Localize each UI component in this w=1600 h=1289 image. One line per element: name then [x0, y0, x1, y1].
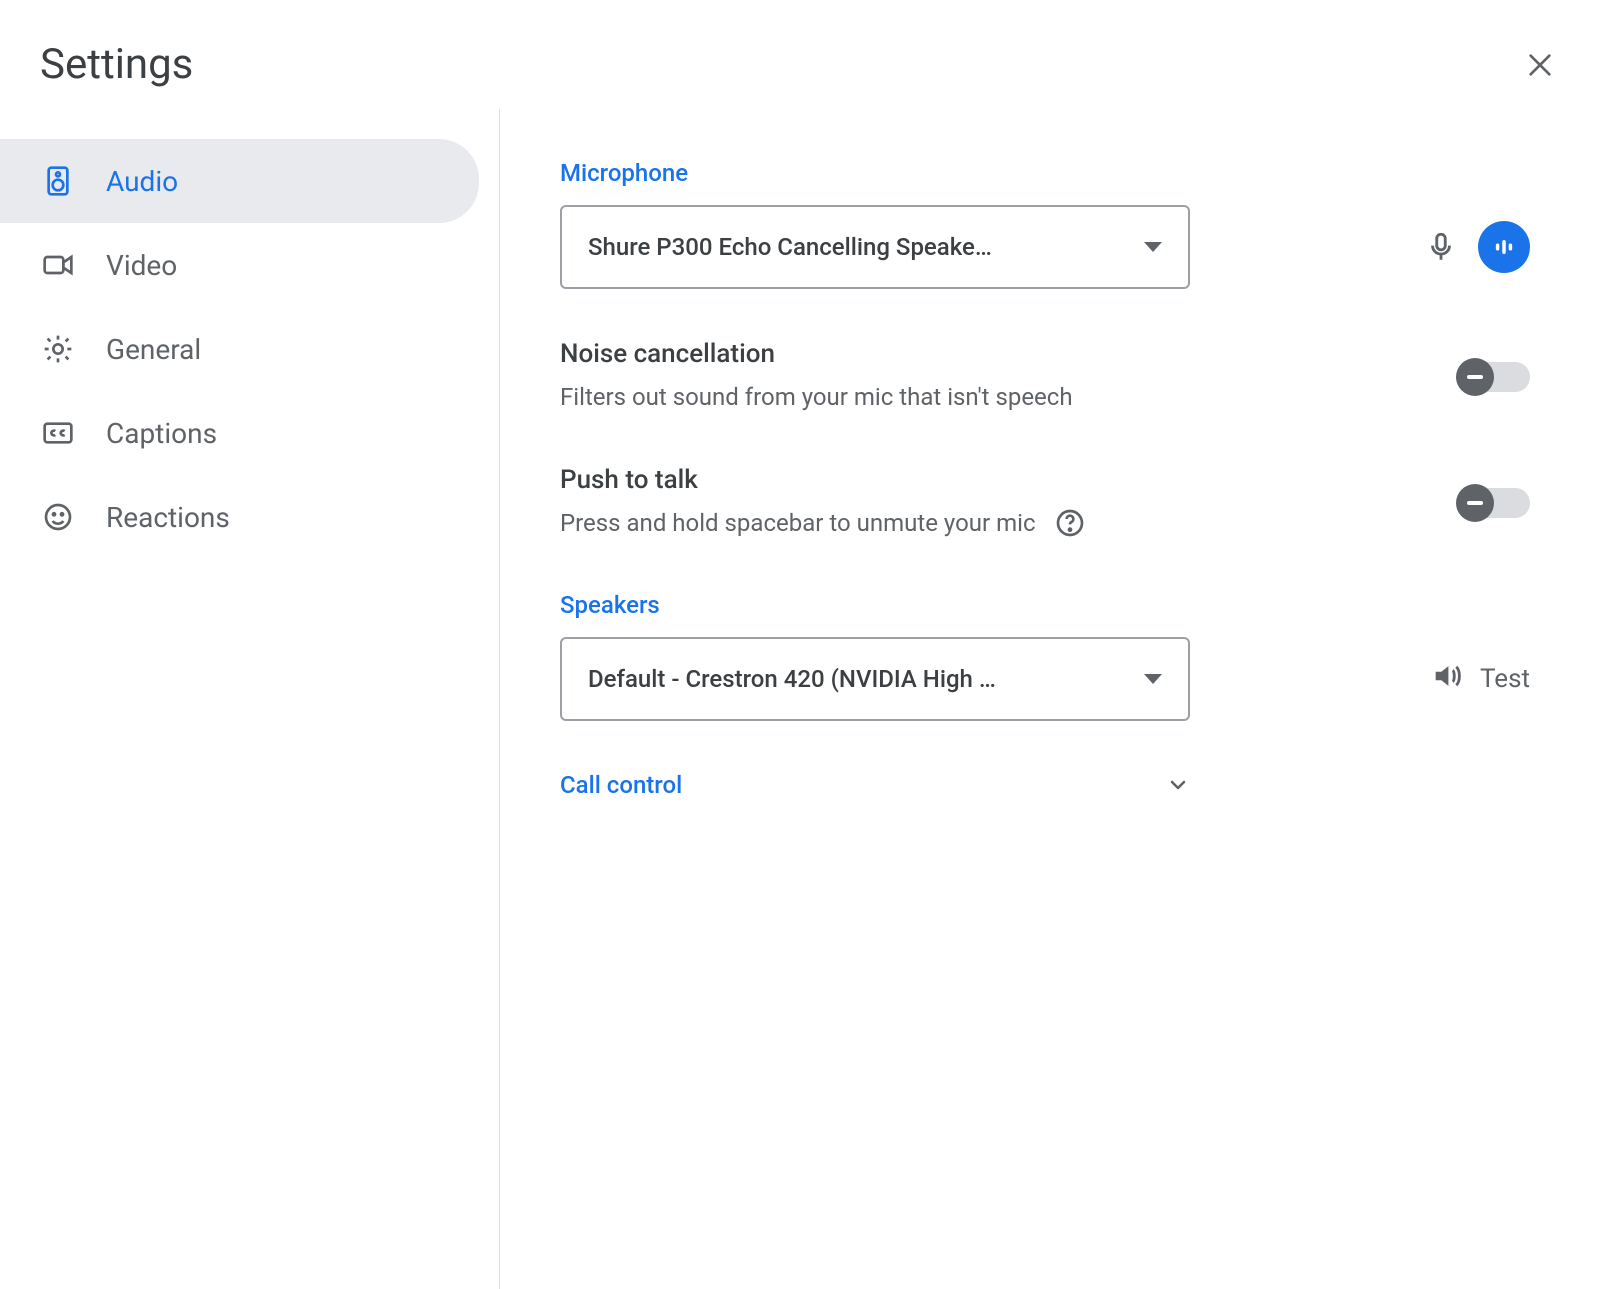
test-label: Test	[1480, 664, 1530, 694]
sidebar-item-audio[interactable]: Audio	[0, 139, 479, 223]
sidebar-item-label: Captions	[106, 417, 217, 450]
emoji-icon	[40, 499, 76, 535]
sidebar: Audio Video General Captions	[0, 109, 500, 1289]
microphone-label: Microphone	[560, 159, 1530, 187]
noise-cancellation-title: Noise cancellation	[560, 339, 1073, 369]
call-control-label: Call control	[560, 771, 682, 799]
mic-level-indicator	[1478, 221, 1530, 273]
captions-icon	[40, 415, 76, 451]
close-button[interactable]	[1520, 45, 1560, 85]
noise-cancellation-toggle[interactable]	[1458, 362, 1530, 392]
sidebar-item-captions[interactable]: Captions	[0, 391, 479, 475]
chevron-down-icon	[1144, 674, 1162, 684]
help-icon[interactable]	[1052, 505, 1088, 541]
chevron-down-icon	[1144, 242, 1162, 252]
speakers-label: Speakers	[560, 591, 1530, 619]
push-to-talk-title: Push to talk	[560, 465, 1088, 495]
settings-dialog: Settings Audio Video	[0, 0, 1600, 1289]
dialog-body: Audio Video General Captions	[0, 109, 1600, 1289]
sidebar-item-label: Audio	[106, 165, 178, 198]
dialog-header: Settings	[0, 0, 1600, 109]
speakers-test-button[interactable]: Test	[1430, 659, 1530, 700]
sidebar-item-label: Reactions	[106, 501, 230, 534]
speakers-select[interactable]: Default - Crestron 420 (NVIDIA High …	[560, 637, 1190, 721]
close-icon	[1524, 49, 1556, 81]
push-to-talk-toggle[interactable]	[1458, 488, 1530, 518]
microphone-row: Shure P300 Echo Cancelling Speake…	[560, 205, 1530, 289]
noise-cancellation-description: Filters out sound from your mic that isn…	[560, 379, 1073, 415]
call-control-section[interactable]: Call control	[560, 771, 1190, 799]
speaker-icon	[40, 163, 76, 199]
gear-icon	[40, 331, 76, 367]
noise-cancellation-row: Noise cancellation Filters out sound fro…	[560, 339, 1530, 415]
sidebar-item-reactions[interactable]: Reactions	[0, 475, 479, 559]
speakers-selected-value: Default - Crestron 420 (NVIDIA High …	[588, 665, 996, 693]
push-to-talk-text: Push to talk Press and hold spacebar to …	[560, 465, 1088, 541]
push-to-talk-row: Push to talk Press and hold spacebar to …	[560, 465, 1530, 541]
volume-icon	[1430, 659, 1464, 700]
microphone-indicators	[1422, 221, 1530, 273]
toggle-knob	[1456, 484, 1494, 522]
video-icon	[40, 247, 76, 283]
speakers-row: Default - Crestron 420 (NVIDIA High … Te…	[560, 637, 1530, 721]
microphone-icon	[1422, 228, 1460, 266]
sidebar-item-video[interactable]: Video	[0, 223, 479, 307]
sidebar-item-general[interactable]: General	[0, 307, 479, 391]
microphone-select[interactable]: Shure P300 Echo Cancelling Speake…	[560, 205, 1190, 289]
dialog-title: Settings	[40, 40, 193, 89]
sidebar-item-label: Video	[106, 249, 177, 282]
toggle-knob	[1456, 358, 1494, 396]
chevron-down-icon	[1166, 773, 1190, 797]
push-to-talk-description: Press and hold spacebar to unmute your m…	[560, 505, 1036, 541]
microphone-selected-value: Shure P300 Echo Cancelling Speake…	[588, 233, 992, 261]
noise-cancellation-text: Noise cancellation Filters out sound fro…	[560, 339, 1073, 415]
sidebar-item-label: General	[106, 333, 201, 366]
content-panel: Microphone Shure P300 Echo Cancelling Sp…	[500, 109, 1600, 1289]
